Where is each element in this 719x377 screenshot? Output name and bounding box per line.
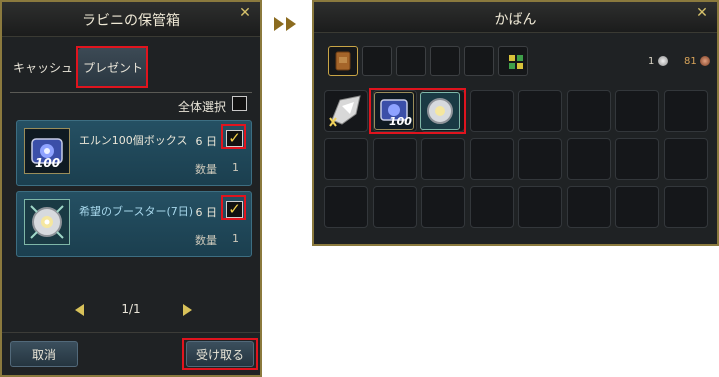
bag-window: かばん ✕ 1 81 100 — [312, 0, 719, 246]
quantity-badge: 100 — [35, 156, 61, 170]
cancel-button[interactable]: 取消 — [10, 341, 78, 367]
bag-slot[interactable] — [615, 138, 659, 180]
bag-slot[interactable] — [615, 90, 659, 132]
bag-slot[interactable] — [518, 138, 562, 180]
bag-slot[interactable] — [663, 138, 708, 180]
hope-booster-icon — [24, 199, 70, 245]
item-qty-value: 1 — [232, 161, 239, 174]
grid-sort-icon[interactable] — [508, 54, 524, 70]
crystal-item-icon[interactable] — [326, 92, 366, 130]
ern-box-icon: 100 — [24, 128, 70, 174]
bag-slot[interactable] — [566, 90, 611, 132]
pagination: 1/1 — [2, 300, 260, 320]
bag-tab-slot[interactable] — [362, 46, 392, 76]
highlight-receive-button — [182, 338, 258, 370]
bag-slot[interactable] — [421, 186, 465, 228]
bag-slot[interactable] — [324, 186, 368, 228]
bag-slot[interactable] — [518, 90, 562, 132]
bag-slot[interactable] — [372, 138, 417, 180]
coin-icon — [700, 56, 710, 66]
bag-slot[interactable] — [469, 186, 514, 228]
item-qty-value: 1 — [232, 232, 239, 245]
highlight-check-2 — [221, 195, 246, 220]
bag-slot[interactable] — [469, 90, 514, 132]
storage-title-bar: ラビニの保管箱 ✕ — [2, 2, 260, 37]
double-arrow-right-icon — [274, 16, 300, 31]
select-all-label: 全体選択 — [177, 100, 226, 114]
storage-window: ラビニの保管箱 ✕ キャッシュ プレゼント 全体選択 100 エルン100個ボッ… — [0, 0, 262, 377]
item-name: 希望のブースター(7日) — [79, 205, 194, 218]
bag-slot[interactable] — [469, 138, 514, 180]
backpack-icon — [335, 51, 351, 71]
hope-booster-graphic — [30, 205, 64, 239]
select-all-checkbox[interactable] — [232, 96, 247, 111]
storage-title: ラビニの保管箱 — [82, 13, 180, 29]
item-days: 6 日 — [195, 206, 218, 219]
footer-divider — [2, 332, 260, 333]
bag-slot[interactable] — [566, 186, 611, 228]
bag-tab-slot[interactable] — [464, 46, 494, 76]
chevron-right-icon[interactable] — [183, 304, 192, 316]
bag-slot[interactable] — [566, 138, 611, 180]
currency-1-value: 1 — [648, 56, 655, 67]
bag-slot[interactable] — [372, 186, 417, 228]
item-qty-label: 数量 — [195, 163, 217, 176]
double-arrow-graphic — [274, 17, 296, 31]
bag-title-bar: かばん ✕ — [314, 2, 717, 33]
highlight-present-tab — [76, 46, 148, 88]
bag-title: かばん — [494, 12, 537, 28]
close-icon[interactable]: ✕ — [238, 6, 252, 20]
page-indicator: 1/1 — [121, 302, 141, 316]
item-qty-label: 数量 — [195, 234, 217, 247]
currency-2-value: 81 — [684, 56, 697, 67]
bag-slot[interactable] — [324, 138, 368, 180]
bag-tab-slot[interactable] — [430, 46, 460, 76]
grid-sort-graphic — [509, 55, 523, 69]
bag-slot[interactable] — [663, 90, 708, 132]
bag-slot[interactable] — [615, 186, 659, 228]
tab-cash[interactable]: キャッシュ — [10, 48, 76, 88]
highlight-new-items — [369, 88, 466, 134]
crystal-graphic — [329, 95, 361, 127]
bag-tab-slot[interactable] — [396, 46, 426, 76]
close-icon[interactable]: ✕ — [695, 6, 709, 20]
highlight-check-1 — [221, 124, 246, 149]
list-item[interactable]: 希望のブースター(7日) 6 日 ✓ 数量 1 — [16, 191, 252, 257]
bag-slot[interactable] — [663, 186, 708, 228]
bag-slot[interactable] — [421, 138, 465, 180]
bag-slot[interactable] — [518, 186, 562, 228]
item-days: 6 日 — [195, 135, 218, 148]
item-name: エルン100個ボックス — [79, 134, 188, 147]
list-item[interactable]: 100 エルン100個ボックス 6 日 ✓ 数量 1 — [16, 120, 252, 186]
bag-tab-slot[interactable] — [328, 46, 358, 76]
coin-icon — [658, 56, 668, 66]
